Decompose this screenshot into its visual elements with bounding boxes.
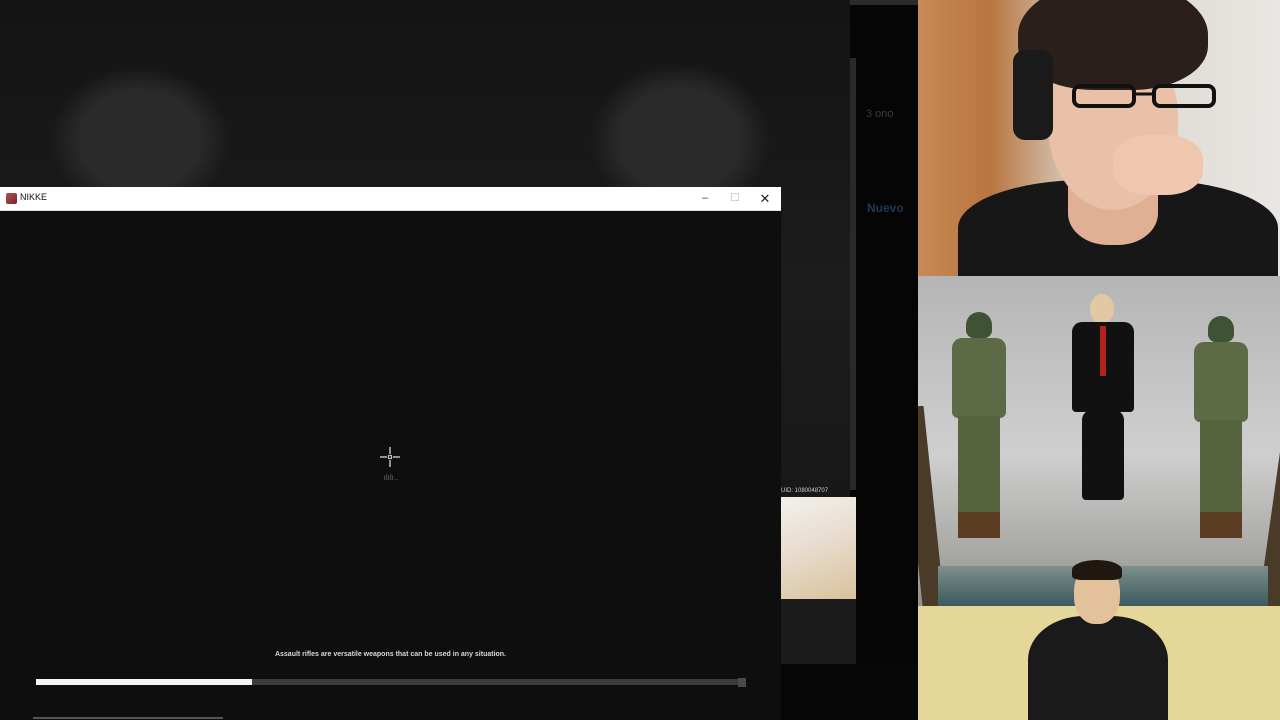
loading-tip: Assault rifles are versatile weapons tha… xyxy=(274,651,507,658)
headset-icon xyxy=(1013,50,1053,140)
window-title: NIKKE xyxy=(20,192,48,202)
background-bottom-bar xyxy=(781,664,918,720)
crosshair-loading-icon xyxy=(380,447,400,467)
webcam-hand xyxy=(1113,135,1203,195)
close-button[interactable]: ✕ xyxy=(750,187,780,210)
background-uid-label: UID: 1080048707 xyxy=(781,488,829,494)
background-dark-panel xyxy=(781,599,856,664)
background-side-link: Nuevo xyxy=(867,201,904,215)
streamer-webcam xyxy=(918,0,1280,276)
window-bottom-line xyxy=(33,717,223,719)
background-thumbnail xyxy=(781,497,856,599)
glasses-icon xyxy=(1072,84,1216,108)
game-window: NIKKE – ☐ ✕ ılılı.. Assault rifles are v… xyxy=(0,187,781,720)
loading-progress-bar xyxy=(36,679,745,685)
minimize-button[interactable]: – xyxy=(690,187,720,210)
background-strip-top xyxy=(850,0,918,5)
progress-end-cap xyxy=(738,678,746,687)
comic-commander-hair xyxy=(1072,560,1122,580)
window-titlebar[interactable]: NIKKE – ☐ ✕ xyxy=(0,187,781,211)
comic-commander-body xyxy=(1028,616,1168,720)
comic-panel-image xyxy=(918,276,1280,720)
loading-label: ılılı.. xyxy=(383,473,399,482)
nikke-app-icon xyxy=(6,193,17,204)
loading-progress-fill xyxy=(36,679,253,685)
background-panel-edge xyxy=(850,58,856,490)
maximize-button[interactable]: ☐ xyxy=(720,187,750,210)
background-side-text: 3 ono xyxy=(866,108,894,120)
